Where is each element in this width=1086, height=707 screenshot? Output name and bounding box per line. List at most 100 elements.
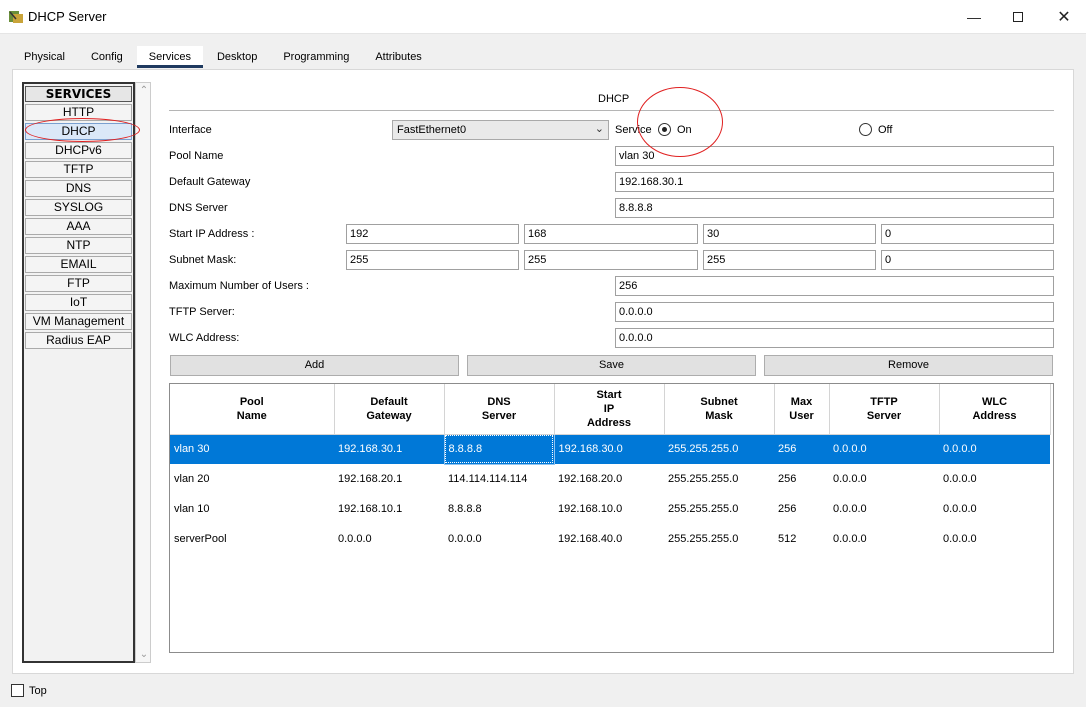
subnet-mask-octet-3[interactable]: [703, 250, 876, 270]
cell-max-user: 256: [778, 503, 797, 515]
sidebar-item-vm-management[interactable]: VM Management: [25, 313, 132, 330]
interface-select-value: FastEthernet0: [397, 124, 467, 136]
cell-pool-name: serverPool: [174, 533, 227, 545]
cell-subnet-mask: 255.255.255.0: [668, 503, 739, 515]
sidebar-item-dhcp[interactable]: DHCP: [25, 123, 132, 140]
cell-tftp-server: 0.0.0.0: [833, 533, 867, 545]
wlc-address-label: WLC Address:: [169, 332, 240, 344]
subnet-mask-octet-1[interactable]: [346, 250, 519, 270]
cell-subnet-mask: 255.255.255.0: [664, 434, 774, 464]
header-tftp-server[interactable]: TFTP Server: [829, 384, 940, 435]
cell-wlc-address: 0.0.0.0: [943, 473, 977, 485]
subnet-mask-octet-4[interactable]: [881, 250, 1054, 270]
app-icon: [9, 11, 23, 23]
table-row[interactable]: vlan 30 192.168.30.1 8.8.8.8 192.168.30.…: [170, 433, 1050, 465]
sidebar-scrollbar[interactable]: ⌃ ⌄: [135, 82, 151, 663]
subnet-mask-octet-2[interactable]: [524, 250, 698, 270]
subnet-mask-label: Subnet Mask:: [169, 254, 237, 266]
title-divider: [169, 110, 1054, 111]
cell-subnet-mask: 255.255.255.0: [668, 533, 739, 545]
sidebar-item-dns[interactable]: DNS: [25, 180, 132, 197]
table-row[interactable]: vlan 10 192.168.10.1 8.8.8.8 192.168.10.…: [170, 494, 1050, 524]
cell-tftp-server: 0.0.0.0: [833, 473, 867, 485]
table-row[interactable]: serverPool 0.0.0.0 0.0.0.0 192.168.40.0 …: [170, 524, 1050, 554]
close-button[interactable]: ✕: [1042, 0, 1086, 34]
service-on-label: On: [677, 124, 692, 136]
cell-default-gateway: 0.0.0.0: [338, 533, 372, 545]
minimize-button[interactable]: —: [952, 0, 996, 34]
cell-default-gateway: 192.168.20.1: [338, 473, 403, 485]
cell-default-gateway: 192.168.30.1: [334, 434, 444, 464]
cell-max-user: 512: [778, 533, 797, 545]
tab-programming[interactable]: Programming: [271, 46, 361, 68]
max-users-label: Maximum Number of Users :: [169, 280, 309, 292]
top-label: Top: [29, 685, 47, 697]
sidebar-header: SERVICES: [25, 86, 132, 102]
pool-table: Pool Name Default Gateway DNS Server Sta…: [169, 383, 1054, 653]
form-title: DHCP: [598, 93, 630, 105]
sidebar-item-email[interactable]: EMAIL: [25, 256, 132, 273]
remove-button[interactable]: Remove: [764, 355, 1053, 376]
sidebar-item-http[interactable]: HTTP: [25, 104, 132, 121]
cell-start-ip: 192.168.40.0: [558, 533, 623, 545]
cell-pool-name: vlan 10: [174, 503, 210, 515]
pool-name-label: Pool Name: [169, 150, 224, 162]
wlc-address-field[interactable]: [615, 328, 1054, 348]
cell-dns-server: 0.0.0.0: [448, 533, 482, 545]
cell-default-gateway: 192.168.10.1: [338, 503, 403, 515]
tab-bar: Physical Config Services Desktop Program…: [12, 46, 436, 70]
interface-select[interactable]: FastEthernet0 ⌄: [392, 120, 609, 140]
sidebar-item-ftp[interactable]: FTP: [25, 275, 132, 292]
start-ip-octet-3[interactable]: [703, 224, 876, 244]
header-pool-name[interactable]: Pool Name: [170, 384, 335, 435]
tab-desktop[interactable]: Desktop: [205, 46, 269, 68]
tab-config[interactable]: Config: [79, 46, 135, 68]
table-row[interactable]: vlan 20 192.168.20.1 114.114.114.114 192…: [170, 464, 1050, 494]
cell-wlc-address: 0.0.0.0: [943, 533, 977, 545]
table-header-row: Pool Name Default Gateway DNS Server Sta…: [170, 384, 1051, 435]
sidebar-item-syslog[interactable]: SYSLOG: [25, 199, 132, 216]
maximize-button[interactable]: [996, 0, 1040, 34]
header-default-gateway[interactable]: Default Gateway: [334, 384, 445, 435]
cell-pool-name: vlan 30: [170, 434, 334, 464]
start-ip-octet-2[interactable]: [524, 224, 698, 244]
tab-attributes[interactable]: Attributes: [363, 46, 433, 68]
save-button[interactable]: Save: [467, 355, 756, 376]
service-on-radio[interactable]: [658, 123, 671, 136]
sidebar-item-iot[interactable]: IoT: [25, 294, 132, 311]
dns-server-field[interactable]: [615, 198, 1054, 218]
header-dns-server[interactable]: DNS Server: [444, 384, 555, 435]
cell-max-user: 256: [774, 434, 829, 464]
pool-name-field[interactable]: [615, 146, 1054, 166]
start-ip-octet-1[interactable]: [346, 224, 519, 244]
header-start-ip[interactable]: Start IP Address: [554, 384, 665, 435]
header-max-user[interactable]: Max User: [774, 384, 830, 435]
chevron-down-icon: ⌄: [594, 123, 604, 135]
scroll-up-icon[interactable]: ⌃: [138, 85, 150, 96]
sidebar-item-tftp[interactable]: TFTP: [25, 161, 132, 178]
cell-tftp-server: 0.0.0.0: [829, 434, 939, 464]
cell-pool-name: vlan 20: [174, 473, 210, 485]
header-subnet-mask[interactable]: Subnet Mask: [664, 384, 775, 435]
start-ip-octet-4[interactable]: [881, 224, 1054, 244]
top-checkbox[interactable]: [11, 684, 24, 697]
service-off-label: Off: [878, 124, 893, 136]
cell-start-ip: 192.168.20.0: [558, 473, 623, 485]
tab-physical[interactable]: Physical: [12, 46, 77, 68]
sidebar-item-radius-eap[interactable]: Radius EAP: [25, 332, 132, 349]
max-users-field[interactable]: [615, 276, 1054, 296]
default-gateway-label: Default Gateway: [169, 176, 251, 188]
header-wlc-address[interactable]: WLC Address: [939, 384, 1051, 435]
tftp-server-field[interactable]: [615, 302, 1054, 322]
sidebar-item-ntp[interactable]: NTP: [25, 237, 132, 254]
sidebar-item-aaa[interactable]: AAA: [25, 218, 132, 235]
default-gateway-field[interactable]: [615, 172, 1054, 192]
cell-start-ip: 192.168.10.0: [558, 503, 623, 515]
window-title: DHCP Server: [28, 9, 107, 24]
sidebar-item-dhcpv6[interactable]: DHCPv6: [25, 142, 132, 159]
add-button[interactable]: Add: [170, 355, 459, 376]
tftp-server-label: TFTP Server:: [169, 306, 235, 318]
tab-services[interactable]: Services: [136, 46, 203, 68]
service-off-radio[interactable]: [859, 123, 872, 136]
scroll-down-icon[interactable]: ⌄: [138, 649, 150, 660]
